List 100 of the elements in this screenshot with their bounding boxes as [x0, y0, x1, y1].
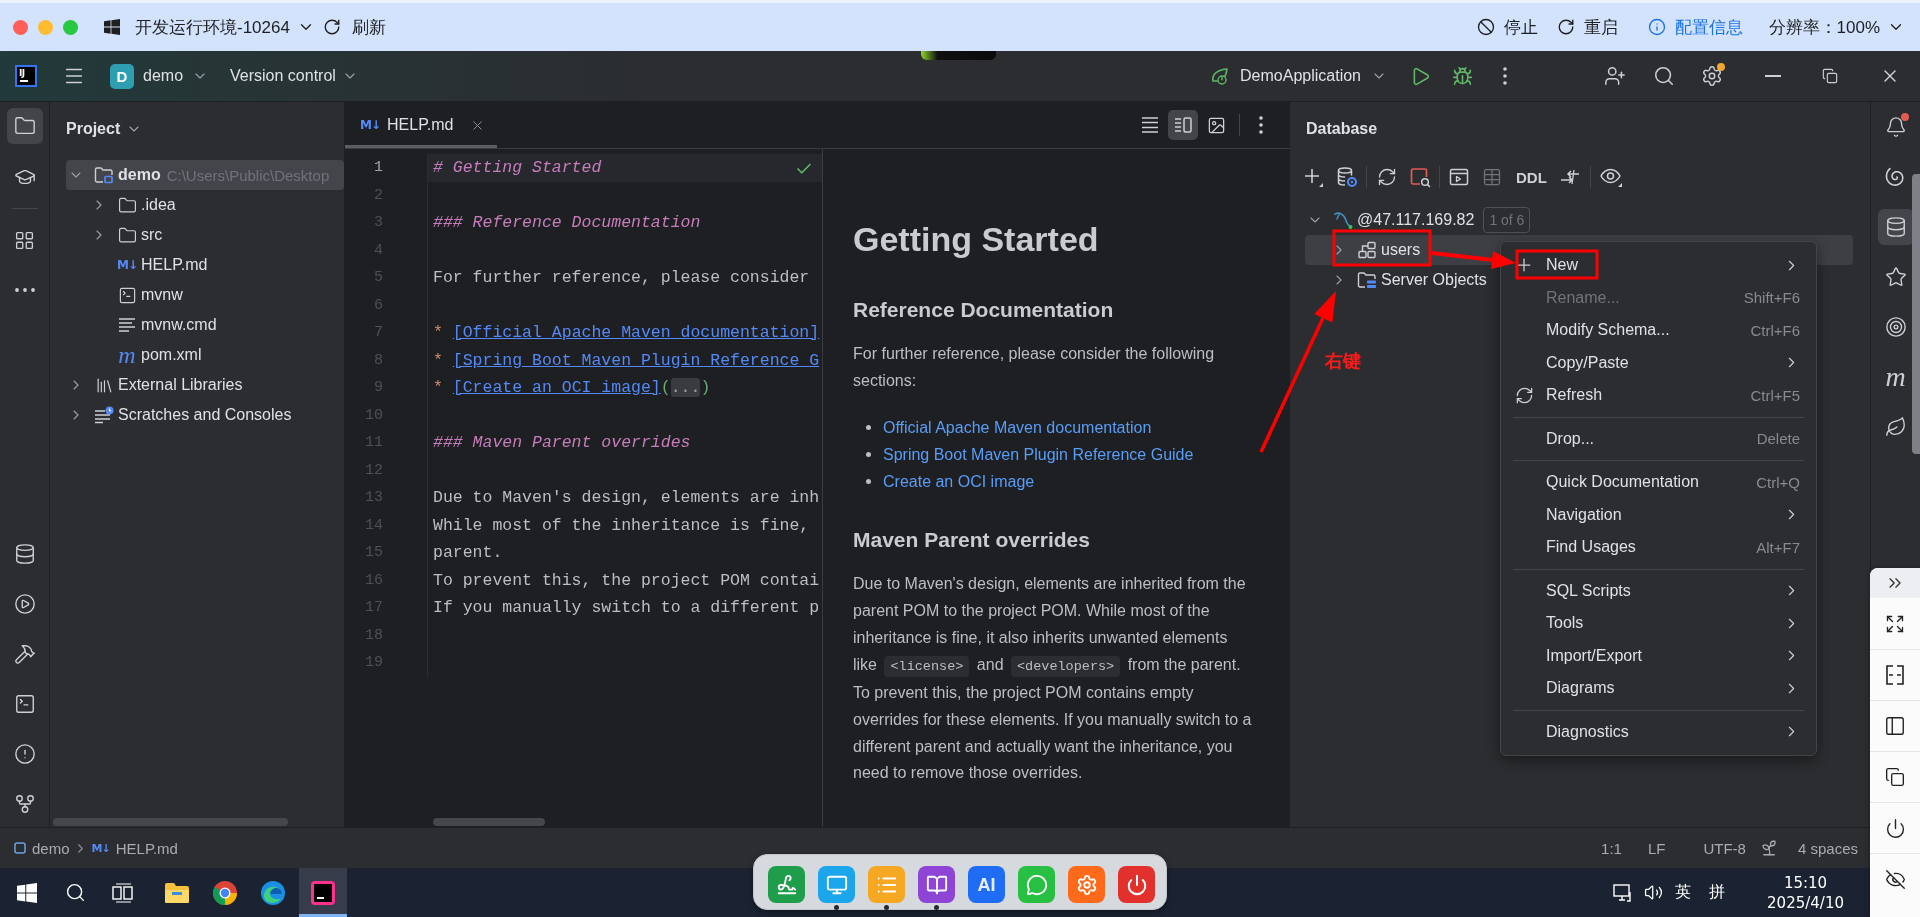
running-dot-icon [834, 905, 839, 910]
stop-button[interactable]: 停止 [1476, 15, 1538, 39]
ddl-button[interactable]: DDL [1516, 168, 1547, 186]
menu-item[interactable]: Quick Documentation Ctrl+Q [1501, 466, 1816, 499]
tree-item[interactable]: mvnw.cmd [66, 310, 344, 340]
heading: Getting Started [853, 219, 1100, 259]
tree-item[interactable]: mvnw [66, 280, 344, 310]
side-handle[interactable] [1912, 174, 1920, 454]
tree-item[interactable]: External Libraries [66, 370, 344, 400]
tree-item[interactable]: Scratches and Consoles [66, 400, 344, 430]
restart-button[interactable]: 重启 [1556, 15, 1618, 39]
tool-window-button[interactable] [6, 108, 43, 144]
server-objects-icon [1357, 271, 1377, 289]
refresh-icon [322, 18, 341, 36]
power-icon[interactable] [1884, 817, 1906, 839]
shortcut-label: Alt+F7 [1756, 538, 1800, 556]
code-line: To prevent this, the project POM contai [427, 566, 822, 594]
menu-item[interactable]: Diagrams [1501, 672, 1816, 705]
running-dot-icon [934, 905, 939, 910]
menu-item[interactable]: Import/Export [1501, 639, 1816, 672]
file-encoding[interactable]: UTF-8 [1703, 839, 1746, 857]
more-icon[interactable] [1259, 116, 1263, 134]
dock-app-button[interactable] [918, 866, 955, 910]
tree-item[interactable]: @47.117.169.82 1 of 6 [1305, 205, 1537, 235]
breadcrumb[interactable]: demo [14, 839, 70, 857]
dock-app-button[interactable]: AI [968, 866, 1005, 910]
link[interactable]: Create an OCI image [883, 472, 1035, 491]
tool-window-button[interactable] [1877, 209, 1914, 245]
cursor-position[interactable]: 1:1 [1601, 839, 1622, 857]
indent-setting[interactable]: 4 spaces [1797, 839, 1858, 857]
file-explorer-icon [164, 881, 190, 904]
input-mode[interactable]: 拼 [1709, 882, 1726, 903]
breadcrumb[interactable]: M↓ HELP.md [91, 839, 178, 857]
layout-icon[interactable] [1884, 715, 1906, 737]
view-mode-button[interactable] [1168, 110, 1198, 140]
code-line: * [Official Apache Maven documentation] [427, 319, 822, 347]
horizontal-scrollbar[interactable] [433, 818, 545, 826]
tree-item[interactable]: m pom.xml [66, 340, 344, 370]
tree-item[interactable]: Server Objects [1305, 265, 1493, 295]
fullscreen-icon[interactable] [1885, 613, 1905, 634]
eye-icon [1598, 166, 1623, 188]
scratch-lines-icon [94, 406, 114, 424]
tree-item[interactable]: .idea [66, 190, 344, 220]
horizontal-scrollbar[interactable] [53, 818, 288, 826]
editor-tab[interactable]: M↓ HELP.md [345, 102, 498, 148]
running-dot-icon [884, 905, 889, 910]
menu-item[interactable]: Diagnostics [1501, 715, 1816, 748]
refresh-icon[interactable] [1377, 167, 1397, 187]
database-icon [13, 543, 36, 565]
markdown-icon: M↓ [360, 119, 380, 131]
shortcut-label: Ctrl+F5 [1750, 386, 1800, 404]
menu-item[interactable]: Navigation [1501, 498, 1816, 531]
run-configuration-selector[interactable]: DemoApplication [1210, 66, 1387, 86]
drag-handle[interactable] [921, 51, 996, 60]
dock-app-button[interactable] [818, 866, 855, 910]
project-switcher[interactable]: D demo [110, 63, 209, 89]
taskbar-button[interactable] [299, 868, 347, 917]
eye-off-icon[interactable] [1884, 868, 1906, 890]
search-icon[interactable] [1653, 65, 1675, 87]
tree-item[interactable]: M↓ HELP.md [66, 250, 344, 280]
input-language[interactable]: 英 [1675, 882, 1692, 903]
menu-item[interactable]: Refresh Ctrl+F5 [1501, 379, 1816, 412]
sprout-icon[interactable] [1759, 839, 1778, 857]
markdown-icon: M↓ [117, 259, 137, 271]
app-logo: IJ [15, 65, 37, 87]
link[interactable]: Official Apache Maven documentation [883, 418, 1152, 437]
split-icon[interactable] [1884, 664, 1906, 686]
link[interactable]: Spring Boot Maven Plugin Reference Guide [883, 445, 1194, 464]
menu-item[interactable]: SQL Scripts [1501, 574, 1816, 607]
settings-icon[interactable] [1701, 65, 1723, 87]
menu-item[interactable]: Copy/Paste [1501, 346, 1816, 379]
menu-item[interactable]: Tools [1501, 607, 1816, 640]
resolution-dropdown[interactable]: 分辨率：100% [1768, 15, 1905, 39]
config-info-link[interactable]: 配置信息 [1647, 15, 1743, 39]
menu-item[interactable]: Modify Schema... Ctrl+F6 [1501, 314, 1816, 347]
line-separator[interactable]: LF [1647, 839, 1666, 857]
version-control-menu[interactable]: Version control [230, 67, 358, 85]
add-icon [1302, 166, 1324, 188]
restore-icon[interactable] [1822, 68, 1838, 84]
folder-icon [117, 195, 137, 215]
add-user-icon[interactable] [1604, 65, 1626, 87]
copy-icon[interactable] [1885, 767, 1905, 787]
refresh-button[interactable]: 刷新 [322, 15, 386, 39]
bullet-icon [866, 425, 871, 431]
code-line: For further reference, please consider [427, 264, 822, 292]
panel-title[interactable]: Project [66, 120, 143, 138]
debug-icon[interactable] [1451, 65, 1473, 87]
info-icon [1647, 18, 1666, 36]
tree-item[interactable]: src [66, 220, 344, 250]
volume-icon[interactable] [1643, 883, 1663, 902]
bullet-icon [866, 452, 871, 458]
chat-app-icon [1018, 866, 1055, 903]
terminal-file-icon [117, 285, 137, 305]
folder-icon [13, 115, 36, 137]
leaf-icon [1884, 416, 1907, 438]
more-icon[interactable] [1503, 67, 1507, 85]
menu-item[interactable]: Find Usages Alt+F7 [1501, 531, 1816, 564]
menu-item[interactable]: Drop... Delete [1501, 422, 1816, 455]
tool-window-button[interactable]: m [1877, 359, 1914, 395]
monitor-app-icon [818, 866, 855, 903]
